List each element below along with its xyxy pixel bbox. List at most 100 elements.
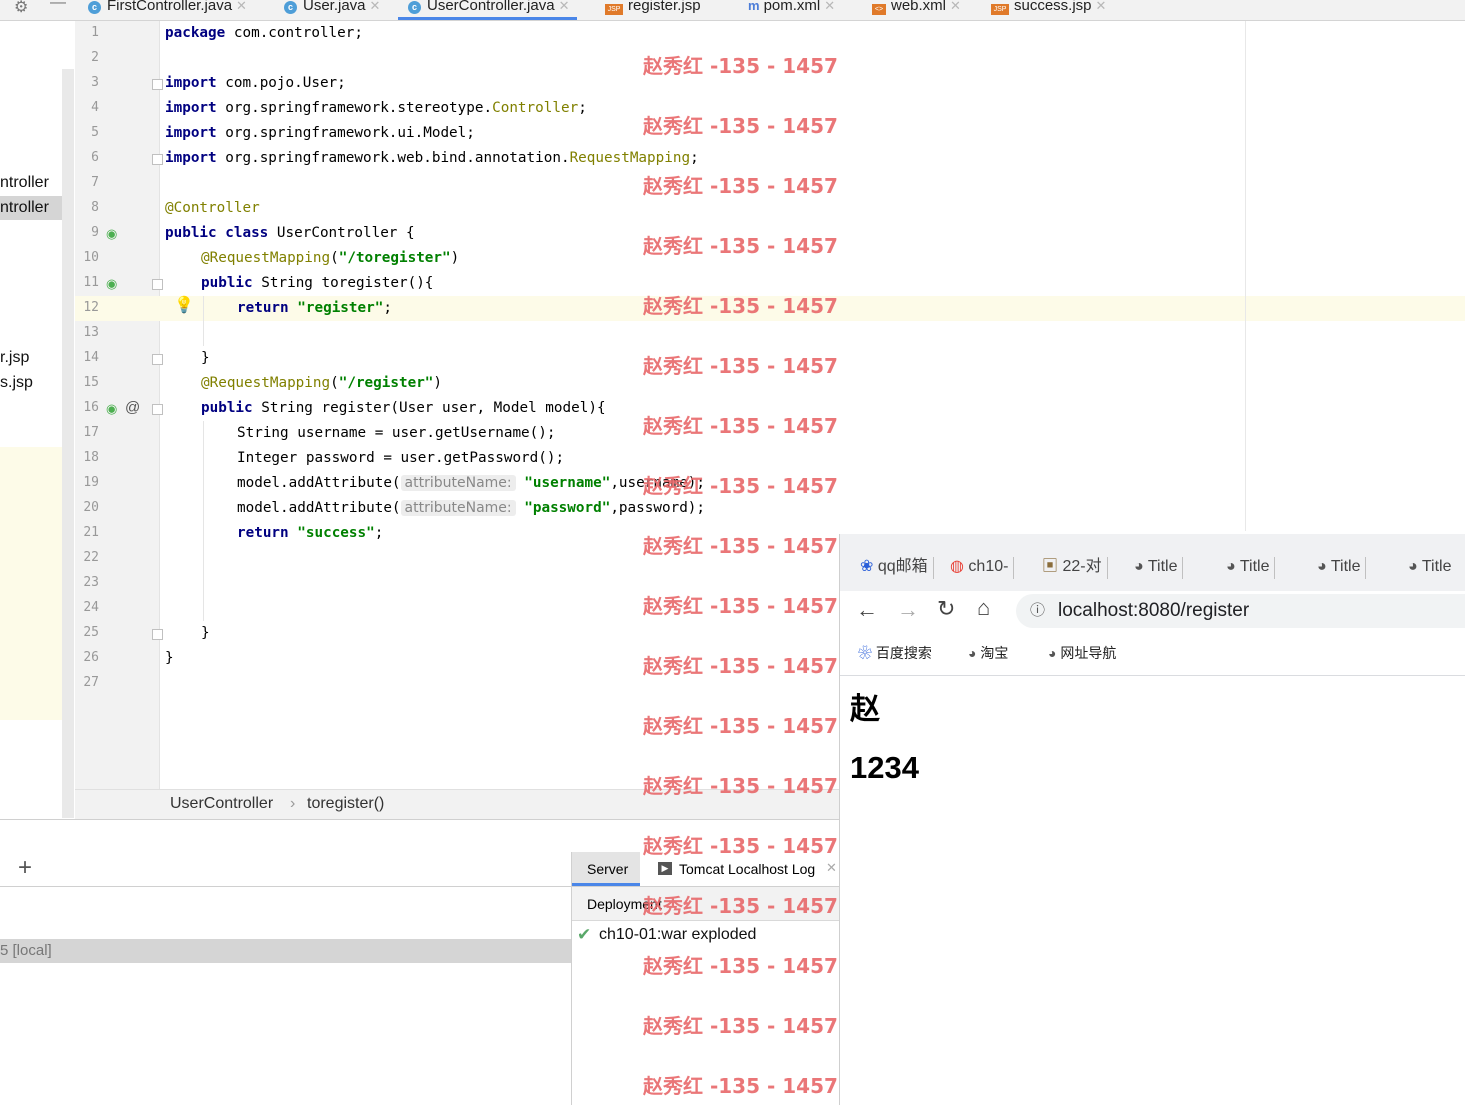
- xml-file-icon: <>: [872, 4, 886, 15]
- line-number: 5: [91, 125, 99, 140]
- project-tree-item-selected[interactable]: ntroller: [0, 196, 62, 220]
- minimize-icon[interactable]: —: [50, 0, 66, 12]
- browser-tab[interactable]: ◕ Title: [1226, 547, 1276, 587]
- line-number: 20: [83, 500, 99, 515]
- reload-icon[interactable]: ↻: [937, 596, 955, 622]
- line-number: 23: [83, 575, 99, 590]
- close-icon[interactable]: ✕: [950, 0, 961, 13]
- tab-label: success.jsp: [1014, 0, 1092, 14]
- code-line-11: public String toregister(){: [201, 275, 434, 291]
- tab-user[interactable]: c User.java ✕: [284, 0, 380, 20]
- address-bar[interactable]: ⓘ localhost:8080/register: [1016, 594, 1465, 628]
- fold-marker[interactable]: [152, 79, 163, 90]
- add-icon[interactable]: +: [18, 854, 32, 882]
- line-number: 25: [83, 625, 99, 640]
- line-number: 8: [91, 200, 99, 215]
- bookmarks-bar: ❀ 百度搜索 ◕ 淘宝 ◕ 网址导航: [840, 633, 1465, 676]
- code-line-8: @Controller: [165, 200, 260, 216]
- watermark-text: 赵秀红 -135 - 1457: [643, 774, 838, 798]
- watermark-text: 赵秀红 -135 - 1457: [643, 294, 838, 318]
- code-line-1: package com.controller;: [165, 25, 363, 41]
- gear-icon[interactable]: ⚙: [14, 0, 28, 17]
- watermark-text: 赵秀红 -135 - 1457: [643, 354, 838, 378]
- browser-tab[interactable]: ▣ 22-对: [1042, 547, 1108, 587]
- globe-icon: ◕: [968, 645, 977, 661]
- line-number: 4: [91, 100, 99, 115]
- page-heading-password: 1234: [850, 750, 919, 785]
- fold-marker[interactable]: [152, 279, 163, 290]
- line-number: 21: [83, 525, 99, 540]
- line-number: 14: [83, 350, 99, 365]
- fold-marker[interactable]: [152, 404, 163, 415]
- line-number: 10: [83, 250, 99, 265]
- tab-register-jsp[interactable]: JSP register.jsp: [605, 0, 701, 20]
- web-endpoint-icon[interactable]: @: [125, 399, 140, 416]
- maven-icon: m: [748, 0, 760, 13]
- close-icon[interactable]: ✕: [1096, 0, 1107, 13]
- project-tree-item[interactable]: r.jsp: [0, 346, 62, 370]
- home-icon[interactable]: ⌂: [977, 595, 990, 621]
- tab-web-xml[interactable]: <> web.xml ✕: [872, 0, 961, 20]
- lightbulb-icon[interactable]: 💡: [174, 295, 194, 315]
- tab-usercontroller[interactable]: c UserController.java ✕: [398, 0, 578, 20]
- tab-tomcat-log[interactable]: Tomcat Localhost Log: [679, 861, 815, 877]
- tab-firstcontroller[interactable]: c FirstController.java ✕: [88, 0, 247, 20]
- back-icon[interactable]: ←: [856, 597, 878, 623]
- spring-bean-icon[interactable]: ◉: [106, 276, 117, 292]
- browser-tab[interactable]: ◍ ch10-: [950, 547, 1015, 587]
- tab-label: register.jsp: [628, 0, 701, 14]
- close-icon[interactable]: ✕: [559, 0, 570, 13]
- browser-tab[interactable]: ◕ Title: [1317, 547, 1367, 587]
- chrome-icon: ◍: [950, 558, 964, 575]
- parameter-hint: attributeName:: [400, 500, 516, 516]
- line-number: 27: [83, 675, 99, 690]
- globe-icon: ◕: [1134, 558, 1144, 575]
- line-number: 1: [91, 25, 99, 40]
- right-margin-guide: [1245, 21, 1246, 531]
- close-icon[interactable]: ✕: [826, 860, 837, 876]
- forward-icon[interactable]: →: [897, 597, 919, 623]
- tab-server[interactable]: Server: [572, 852, 640, 886]
- artifact-item[interactable]: ch10-01:war exploded: [599, 926, 756, 944]
- class-icon: c: [88, 1, 101, 14]
- close-icon[interactable]: ✕: [236, 0, 247, 13]
- close-icon[interactable]: ✕: [824, 0, 835, 13]
- watermark-text: 赵秀红 -135 - 1457: [643, 414, 838, 438]
- fold-marker[interactable]: [152, 154, 163, 165]
- code-line-5: import org.springframework.ui.Model;: [165, 125, 475, 141]
- globe-icon: ◕: [1226, 558, 1236, 575]
- browser-tab[interactable]: ◕ Title: [1408, 547, 1451, 587]
- server-row-label: 5 [local]: [0, 942, 52, 959]
- info-icon[interactable]: ⓘ: [1030, 594, 1045, 628]
- line-number: 26: [83, 650, 99, 665]
- spring-bean-icon[interactable]: ◉: [106, 401, 117, 417]
- page-heading-name: 赵: [850, 693, 880, 726]
- bookmark-item[interactable]: ◕ 网址导航: [1048, 643, 1116, 663]
- watermark-text: 赵秀红 -135 - 1457: [643, 1074, 838, 1098]
- line-number: 16: [83, 400, 99, 415]
- browser-tab[interactable]: ❀ qq邮箱: [860, 547, 934, 587]
- code-line-10: @RequestMapping("/toregister"): [201, 250, 460, 266]
- code-line-4: import org.springframework.stereotype.Co…: [165, 100, 587, 116]
- breadcrumb-class[interactable]: UserController: [170, 795, 273, 813]
- indent-guide: [203, 421, 204, 621]
- bookmark-item[interactable]: ❀ 百度搜索: [858, 643, 932, 663]
- server-row-selected[interactable]: 5 [local]: [0, 939, 571, 963]
- browser-tab[interactable]: ◕ Title: [1134, 547, 1184, 587]
- project-tree-item[interactable]: ntroller: [0, 171, 62, 195]
- fold-marker[interactable]: [152, 354, 163, 365]
- line-number: 24: [83, 600, 99, 615]
- fold-marker[interactable]: [152, 629, 163, 640]
- bookmark-item[interactable]: ◕ 淘宝: [968, 643, 1008, 663]
- tab-success-jsp[interactable]: JSP success.jsp ✕: [991, 0, 1106, 20]
- line-number: 7: [91, 175, 99, 190]
- close-icon[interactable]: ✕: [370, 0, 381, 13]
- project-scrollbar[interactable]: [62, 69, 74, 818]
- line-number: 6: [91, 150, 99, 165]
- code-line-19: model.addAttribute(attributeName: "usern…: [237, 475, 706, 491]
- tab-pom[interactable]: m pom.xml ✕: [748, 0, 835, 20]
- indent-guide: [203, 296, 204, 346]
- spring-bean-icon[interactable]: ◉: [106, 226, 117, 242]
- breadcrumb-method[interactable]: toregister(): [307, 795, 384, 813]
- project-tree-item[interactable]: s.jsp: [0, 371, 62, 395]
